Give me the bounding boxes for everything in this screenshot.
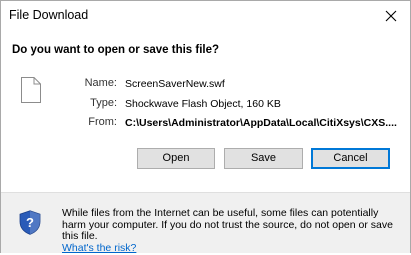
file-download-dialog: File Download Do you want to open or sav… <box>0 0 411 255</box>
svg-text:?: ? <box>26 215 34 230</box>
title-bar: File Download <box>1 1 410 31</box>
file-type-value: Shockwave Flash Object, 160 KB <box>125 98 281 110</box>
whats-the-risk-link[interactable]: What's the risk? <box>62 242 136 254</box>
dialog-question: Do you want to open or save this file? <box>12 44 220 56</box>
security-warning-text: While files from the Internet can be use… <box>62 207 402 255</box>
file-icon <box>21 77 41 103</box>
cancel-button[interactable]: Cancel <box>311 148 390 169</box>
warning-message: While files from the Internet can be use… <box>62 207 393 243</box>
file-source-value: C:\Users\Administrator\AppData\Local\Cit… <box>125 117 397 129</box>
save-button[interactable]: Save <box>224 148 303 169</box>
type-label: Type: <box>90 97 117 109</box>
close-button[interactable] <box>378 4 404 28</box>
name-label: Name: <box>84 77 117 89</box>
file-name-value: ScreenSaverNew.swf <box>125 78 225 90</box>
security-warning-panel: ? While files from the Internet can be u… <box>1 192 410 255</box>
shield-question-icon: ? <box>19 210 41 235</box>
from-label: From: <box>88 116 117 128</box>
open-button[interactable]: Open <box>137 148 215 169</box>
window-title: File Download <box>9 8 89 22</box>
close-icon <box>385 10 397 22</box>
